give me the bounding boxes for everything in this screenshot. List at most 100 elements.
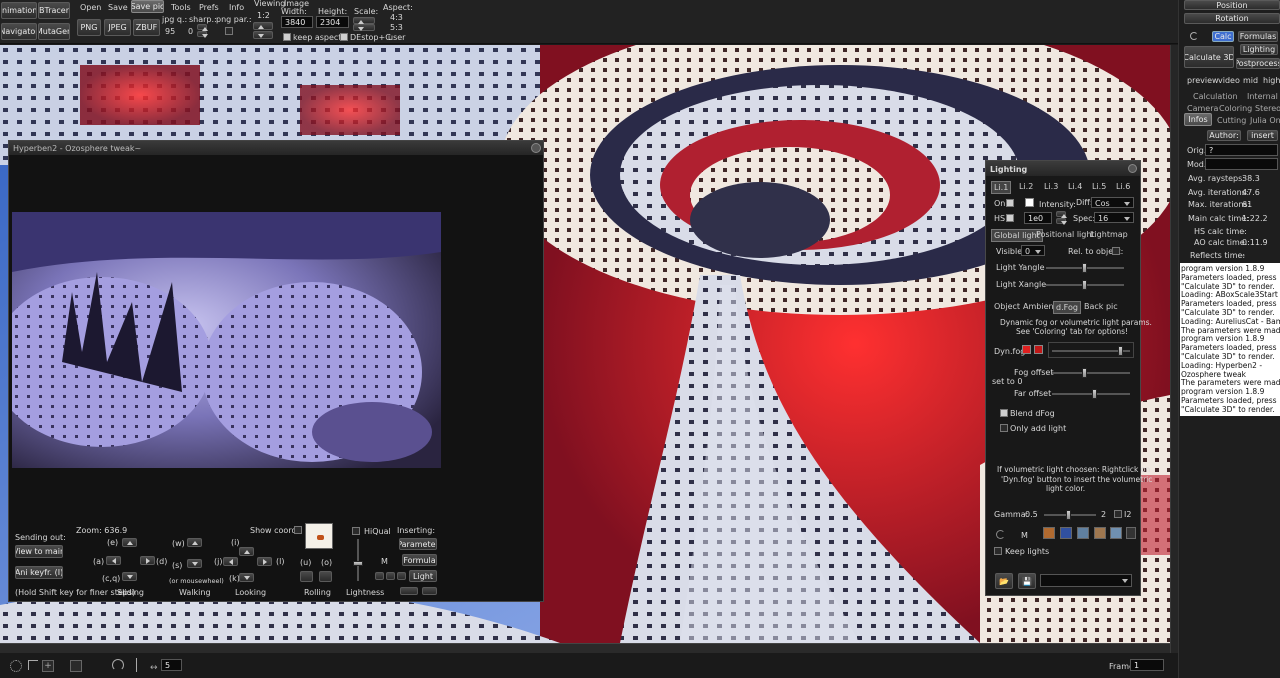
set-to-0-label[interactable]: set to 0 <box>992 377 1022 386</box>
tools-menu[interactable]: Tools <box>171 3 191 12</box>
hs-up-icon[interactable] <box>1056 211 1067 218</box>
lighting-preset-dropdown[interactable] <box>1040 574 1132 587</box>
frame-field[interactable]: 1 <box>1130 659 1164 671</box>
object-subtab[interactable]: Object <box>994 302 1020 311</box>
preset-thumb-3[interactable] <box>1077 527 1089 539</box>
insert-formula-button[interactable]: Formula <box>402 554 437 566</box>
only-add-light-checkbox[interactable] <box>1000 424 1008 432</box>
prefs-menu[interactable]: Prefs <box>199 3 219 12</box>
undo-icon[interactable] <box>996 530 1005 539</box>
lightmap-tab[interactable]: Lightmap <box>1090 230 1128 239</box>
light-xangle-slider[interactable] <box>1046 280 1124 290</box>
stereo-tab[interactable]: Stereo <box>1255 104 1280 113</box>
dynfog-label[interactable]: Dyn.fog <box>994 347 1025 356</box>
preset-thumb-6[interactable] <box>1126 527 1136 539</box>
preset-thumb-1[interactable] <box>1043 527 1055 539</box>
fog-offset-slider[interactable] <box>1052 368 1130 378</box>
lightness-slider[interactable] <box>353 539 363 581</box>
open-menu[interactable]: Open <box>80 3 101 12</box>
close-icon[interactable] <box>531 143 541 153</box>
cutting-tab[interactable]: Cutting <box>1217 116 1246 125</box>
coloring-tab[interactable]: Coloring <box>1219 104 1252 113</box>
high-option[interactable]: high <box>1263 76 1280 85</box>
dynfog-slider[interactable] <box>1052 346 1130 356</box>
dynfog-color-2[interactable] <box>1034 345 1043 354</box>
step-vertical-icon[interactable] <box>136 658 142 672</box>
save-menu[interactable]: Save <box>108 3 128 12</box>
scale-down-icon[interactable] <box>353 24 375 31</box>
jpg-quality-value[interactable]: 95 <box>165 27 175 36</box>
vertical-scrollbar[interactable] <box>1170 45 1178 653</box>
viewing-down-icon[interactable] <box>253 31 273 39</box>
back-pic-subtab[interactable]: Back pic <box>1084 302 1118 311</box>
insert-parameter-button[interactable]: Parameter <box>399 538 437 550</box>
walk-back-icon[interactable] <box>187 559 202 568</box>
rel-to-object-checkbox[interactable] <box>1112 247 1120 255</box>
slide-up-icon[interactable] <box>122 538 137 547</box>
light-tab-4[interactable]: Li.4 <box>1068 182 1082 191</box>
preset-thumb-5[interactable] <box>1110 527 1122 539</box>
positional-light-tab[interactable]: Positional light <box>1036 230 1095 239</box>
show-coords-checkbox[interactable] <box>294 526 302 534</box>
slide-right-icon[interactable] <box>140 556 155 565</box>
save-pic-button[interactable]: Save pic <box>131 0 164 13</box>
slide-down-icon[interactable] <box>122 572 137 581</box>
ambient-subtab[interactable]: Ambient <box>1023 302 1057 311</box>
move-icon[interactable]: + <box>42 660 54 672</box>
extra-btn-1[interactable] <box>400 587 418 595</box>
preview-option[interactable]: preview <box>1187 76 1219 85</box>
diff-dropdown[interactable]: Cos <box>1091 197 1134 208</box>
insert-author-button[interactable]: insert <box>1247 130 1278 141</box>
blend-dfog-checkbox[interactable] <box>1000 409 1008 417</box>
author-button[interactable]: Author: <box>1207 130 1241 141</box>
light-color-swatch[interactable] <box>1025 198 1034 207</box>
jpeg-button[interactable]: JPEG <box>104 19 131 36</box>
look-left-icon[interactable] <box>223 557 238 566</box>
keep-aspect-checkbox[interactable] <box>283 33 291 41</box>
gamma-slider[interactable] <box>1044 510 1096 520</box>
lightness-small-btn-2[interactable] <box>386 572 395 580</box>
aspect-5-3[interactable]: 5:3 <box>390 23 403 32</box>
sharpness-up-icon[interactable] <box>197 24 208 31</box>
rotate-icon[interactable] <box>112 659 124 671</box>
infos-tab[interactable]: Infos <box>1184 113 1212 126</box>
ani-keyframe-button[interactable]: Ani keyfr. (I) <box>15 566 63 579</box>
scale-up-icon[interactable] <box>353 17 375 24</box>
dfog-subtab[interactable]: d.Fog <box>1053 301 1081 314</box>
extra-btn-2[interactable] <box>422 587 437 595</box>
calculate-3d-button[interactable]: Calculate 3D <box>1184 46 1234 68</box>
hs-down-icon[interactable] <box>1056 218 1067 225</box>
width-field[interactable]: 3840 <box>281 16 313 28</box>
lightness-small-btn-1[interactable] <box>375 572 384 580</box>
height-field[interactable]: 2304 <box>316 16 349 28</box>
sharpness-down-icon[interactable] <box>197 31 208 38</box>
walk-forward-icon[interactable] <box>187 538 202 547</box>
camera-tab[interactable]: Camera <box>1187 104 1218 113</box>
light-tab-3[interactable]: Li.3 <box>1044 182 1058 191</box>
btracer-button[interactable]: BTracer <box>38 2 70 19</box>
orig-field[interactable]: ? <box>1205 144 1278 156</box>
position-button[interactable]: Position <box>1184 0 1280 10</box>
hs-checkbox[interactable] <box>1006 214 1014 222</box>
rotation-button[interactable]: Rotation <box>1184 13 1280 24</box>
zoom-tool-icon[interactable] <box>70 660 82 672</box>
viewing-up-icon[interactable] <box>253 22 273 30</box>
undo-arrow-icon[interactable] <box>1190 32 1198 40</box>
mutagen-button[interactable]: MutaGen <box>38 23 70 40</box>
look-right-icon[interactable] <box>257 557 272 566</box>
look-down-icon[interactable] <box>239 573 254 582</box>
open-folder-icon[interactable]: 📂 <box>995 573 1013 589</box>
dynfog-color-1[interactable] <box>1022 345 1031 354</box>
internal-tab[interactable]: Internal <box>1247 92 1278 101</box>
png-par-checkbox[interactable] <box>225 27 233 35</box>
roll-left-icon[interactable] <box>300 571 313 582</box>
hs-field[interactable]: 1e0 <box>1024 212 1052 224</box>
light-yangle-slider[interactable] <box>1046 263 1124 273</box>
sharpness-value[interactable]: 0 <box>188 27 193 36</box>
navigator-button[interactable]: Navigator <box>1 23 37 40</box>
calculation-tab[interactable]: Calculation <box>1193 92 1238 101</box>
roll-right-icon[interactable] <box>319 571 332 582</box>
lighting-tab[interactable]: Lighting <box>1240 44 1278 55</box>
insert-light-button[interactable]: Light <box>409 570 437 582</box>
zbuf-button[interactable]: ZBUF <box>133 19 160 36</box>
